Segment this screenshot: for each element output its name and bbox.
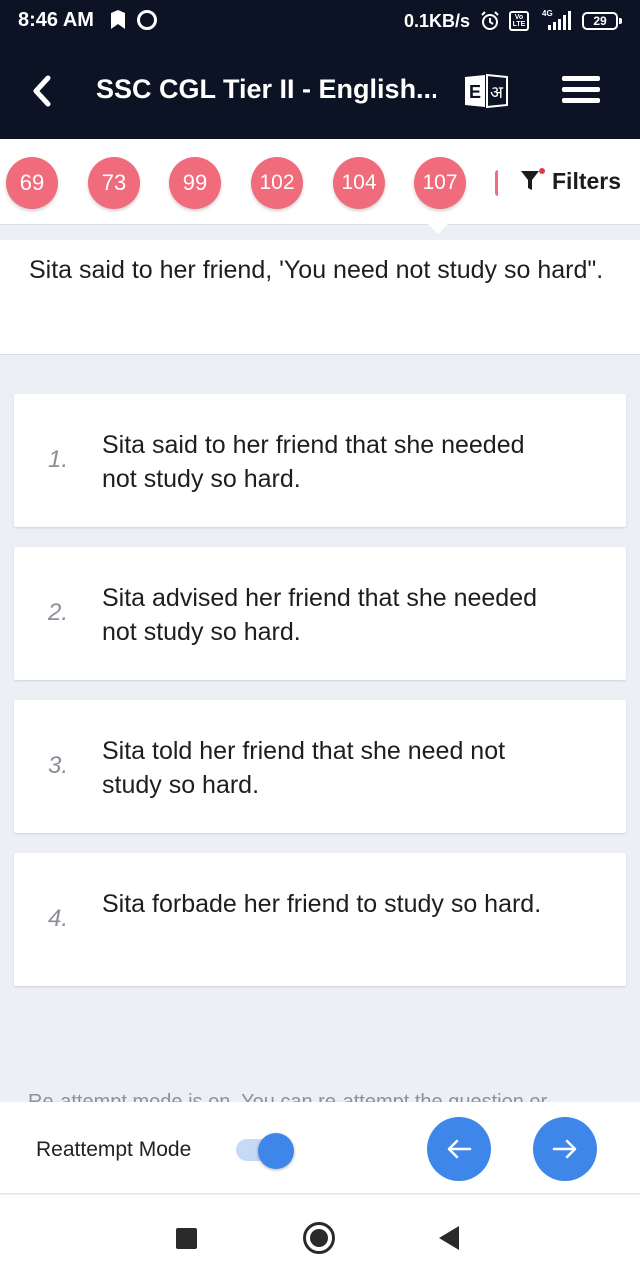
filters-button[interactable]: Filters [520, 166, 621, 196]
language-toggle-icon[interactable]: E अ [463, 73, 509, 109]
arrow-left-icon [447, 1139, 472, 1159]
reattempt-mode-toggle[interactable] [236, 1133, 296, 1169]
option-number: 4. [48, 905, 69, 932]
question-chip[interactable]: 102 [251, 157, 303, 209]
filters-label: Filters [552, 167, 622, 194]
bottom-action-bar: Reattempt Mode [0, 1102, 640, 1194]
question-navigator: 69 73 99 102 104 107 Filters [0, 139, 640, 225]
svg-text:अ: अ [490, 83, 504, 103]
option-text: Sita told her friend that she need not s… [102, 737, 506, 799]
signal-icon: 4G [542, 9, 571, 30]
status-time: 8:46 AM [18, 9, 94, 31]
battery-icon: 29 [582, 12, 622, 30]
filter-icon [521, 168, 545, 190]
hamburger-menu-icon[interactable] [562, 76, 600, 106]
option-4[interactable]: 4. Sita forbade her friend to study so h… [14, 853, 626, 986]
question-chip[interactable]: 99 [169, 157, 221, 209]
system-back-icon[interactable] [439, 1226, 459, 1250]
page-title: SSC CGL Tier II - English... [96, 74, 436, 104]
reattempt-mode-label: Reattempt Mode [36, 1138, 192, 1161]
question-text: Sita said to her friend, 'You need not s… [29, 256, 604, 284]
option-number: 1. [48, 446, 69, 473]
option-2[interactable]: 2. Sita advised her friend that she need… [14, 547, 626, 680]
option-number: 3. [48, 752, 69, 779]
option-1[interactable]: 1. Sita said to her friend that she need… [14, 394, 626, 527]
question-chip[interactable]: 69 [6, 157, 58, 209]
toggle-thumb [258, 1133, 294, 1169]
svg-text:4G: 4G [542, 9, 553, 18]
svg-text:E: E [469, 82, 481, 102]
status-bar: 8:46 AM 0.1KB/s Vo LTE 4G 29 [0, 0, 640, 42]
question-chip-current[interactable]: 107 [414, 157, 466, 209]
home-icon[interactable] [303, 1222, 335, 1254]
network-speed: 0.1KB/s [404, 11, 471, 31]
circle-notification-icon [137, 10, 157, 30]
arrow-right-icon [552, 1139, 577, 1159]
option-text: Sita said to her friend that she needed … [102, 431, 525, 493]
chip-overflow-edge [495, 170, 498, 196]
alarm-icon [481, 11, 499, 30]
option-text: Sita forbade her friend to study so hard… [102, 890, 542, 918]
app-bar: SSC CGL Tier II - English... E अ [0, 42, 640, 139]
back-arrow-icon[interactable] [28, 74, 58, 108]
option-3[interactable]: 3. Sita told her friend that she need no… [14, 700, 626, 833]
question-chip[interactable]: 73 [88, 157, 140, 209]
recents-icon[interactable] [176, 1228, 197, 1249]
location-notification-icon [111, 10, 125, 29]
volte-icon: Vo LTE [509, 11, 529, 31]
question-card: Sita said to her friend, 'You need not s… [0, 240, 640, 355]
reattempt-info-text: Re-attempt mode is on. You can re-attemp… [28, 1091, 548, 1102]
question-chip[interactable]: 104 [333, 157, 385, 209]
system-navigation-bar [0, 1195, 640, 1280]
option-number: 2. [48, 599, 69, 626]
current-question-pointer [428, 224, 448, 234]
previous-question-button[interactable] [427, 1117, 491, 1181]
option-text: Sita advised her friend that she needed … [102, 584, 538, 646]
next-question-button[interactable] [533, 1117, 597, 1181]
